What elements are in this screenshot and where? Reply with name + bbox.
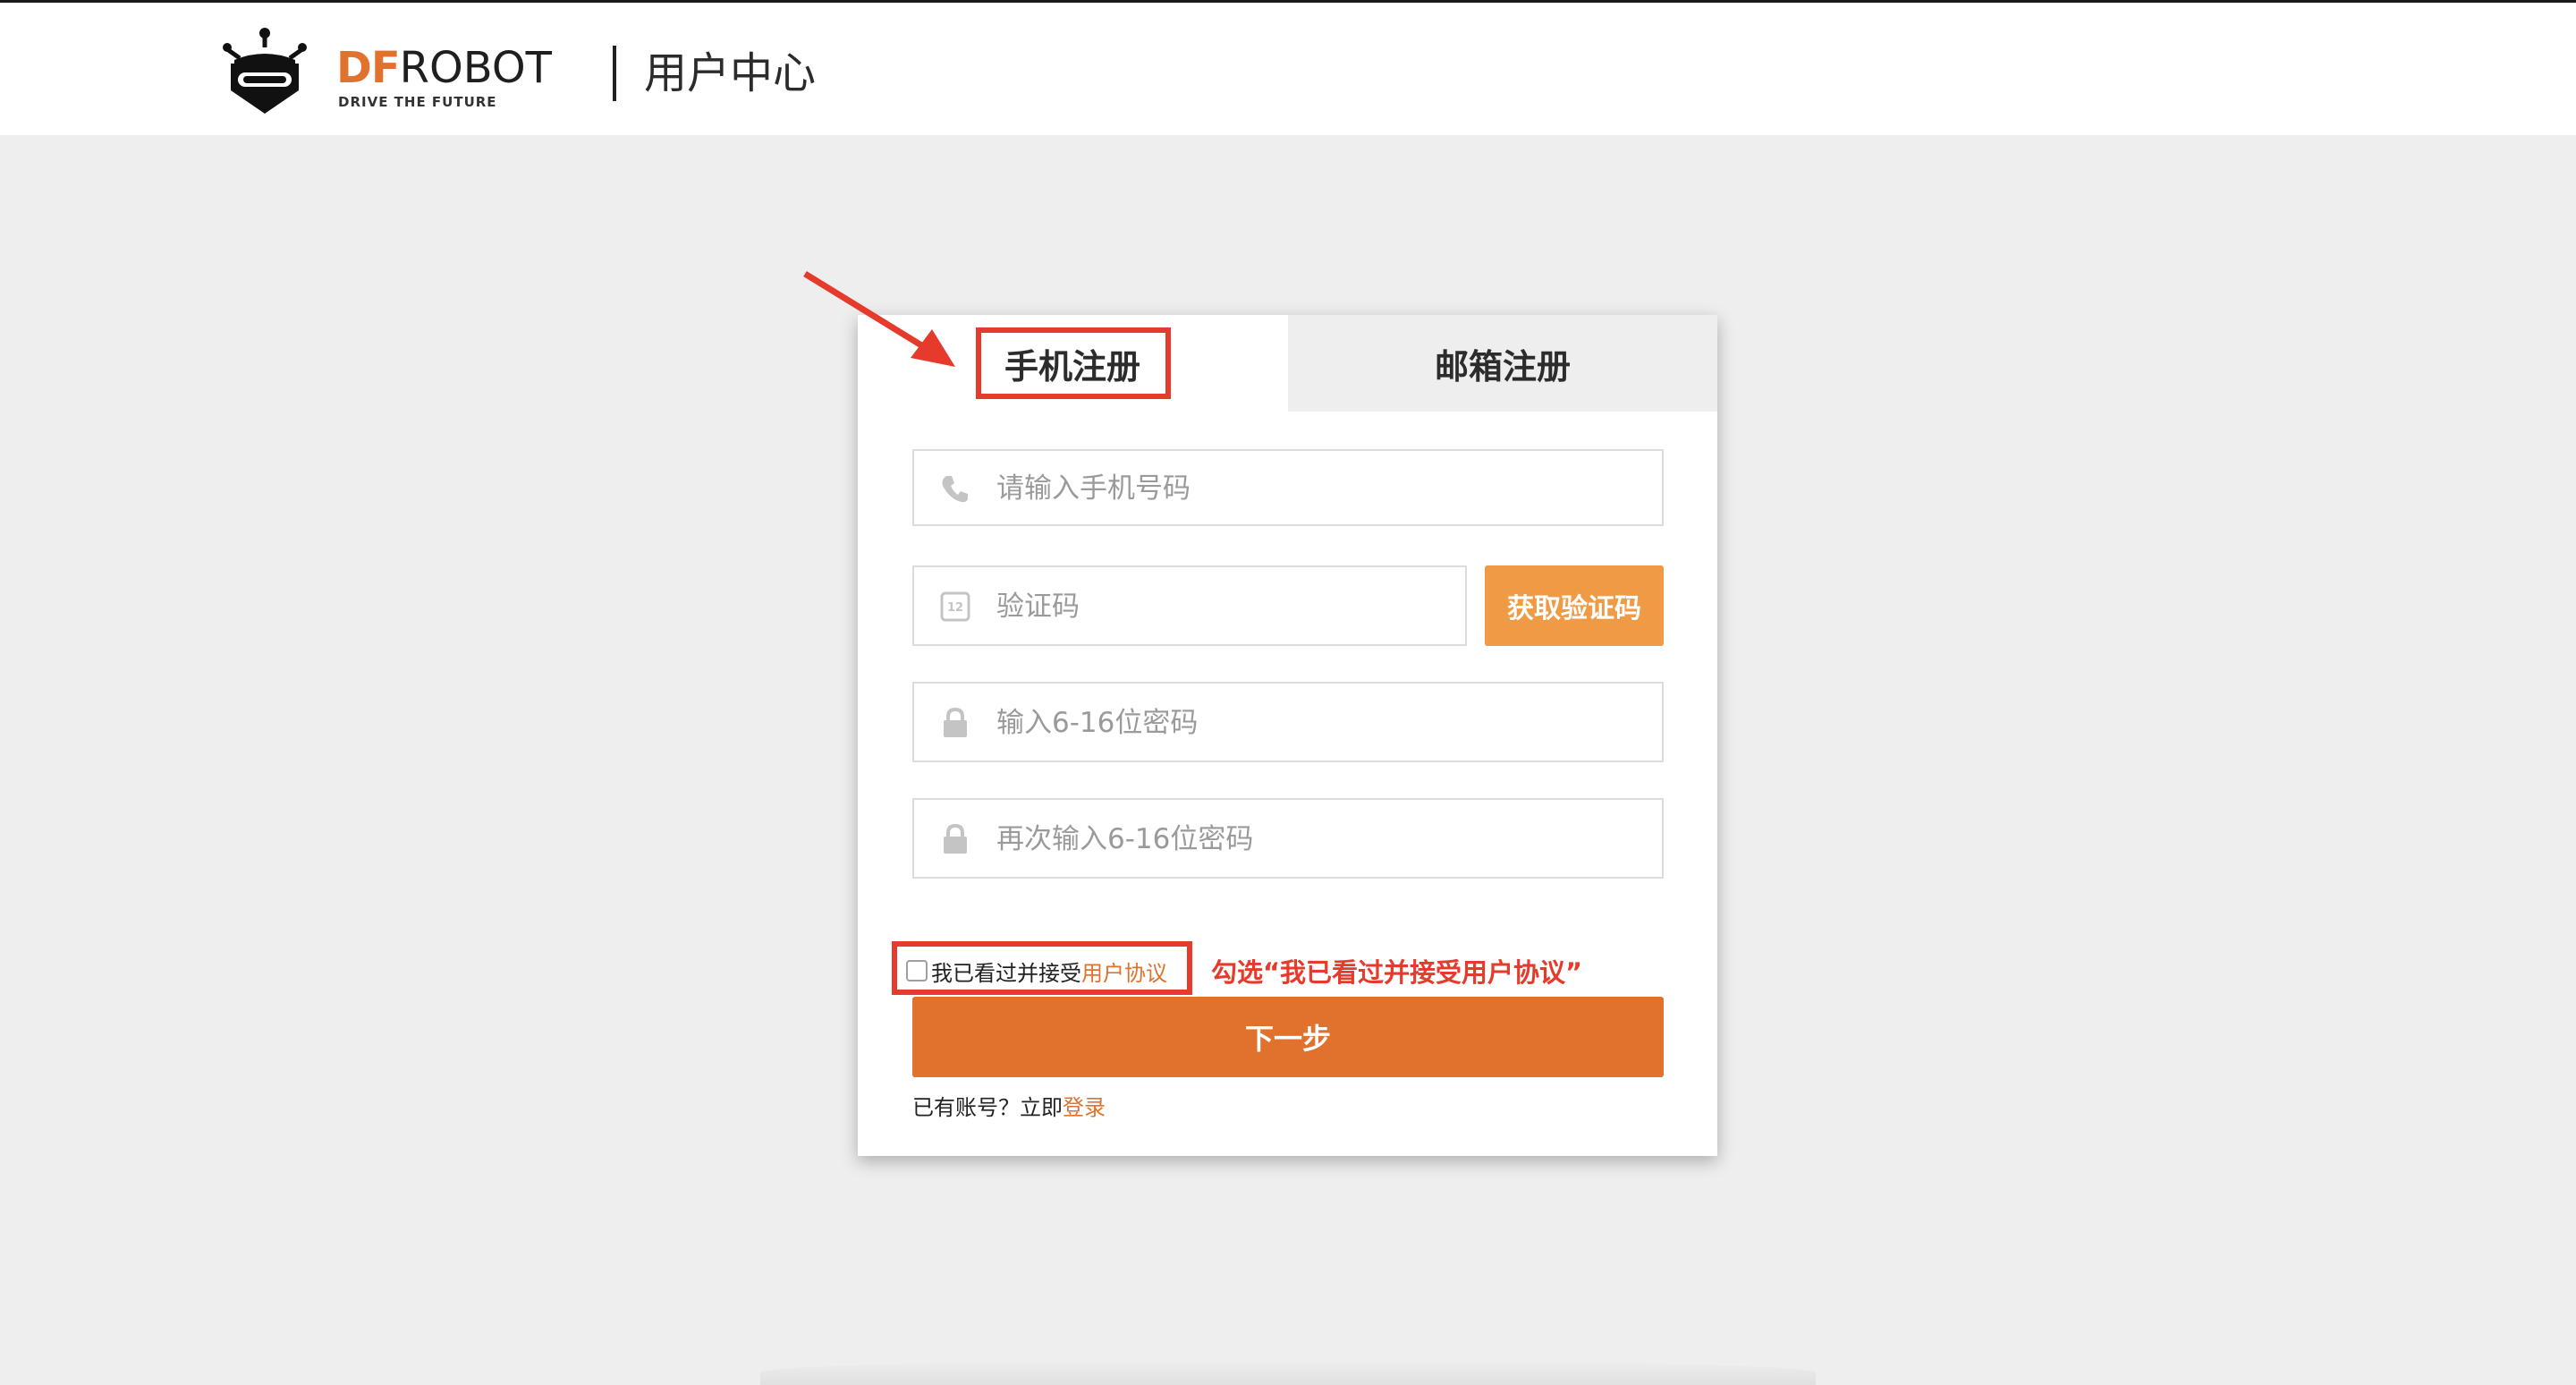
verification-code-icon: 12 <box>940 591 970 622</box>
get-code-button[interactable]: 获取验证码 <box>1485 565 1664 646</box>
password-field <box>912 682 1664 762</box>
site-header: DFROBOT DRIVE THE FUTURE 用户中心 <box>0 3 2576 135</box>
robot-logo-icon[interactable] <box>222 28 308 117</box>
agree-text: 我已看过并接受 <box>931 960 1081 986</box>
brand-suffix: ROBOT <box>399 43 552 93</box>
code-input[interactable] <box>995 567 1451 646</box>
code-field: 12 <box>912 565 1467 646</box>
password-input[interactable] <box>995 684 1648 762</box>
password-confirm-input[interactable] <box>995 800 1648 879</box>
tab-email-register[interactable]: 邮箱注册 <box>1288 315 1717 412</box>
phone-input[interactable] <box>995 451 1648 526</box>
annotation-arrow-icon <box>803 271 955 367</box>
user-agreement-link[interactable]: 用户协议 <box>1081 956 1167 987</box>
brand-wordmark[interactable]: DFROBOT <box>336 46 552 90</box>
annotation-note: 勾选“我已看过并接受用户协议” <box>1211 957 1583 988</box>
phone-field <box>912 449 1664 526</box>
phone-icon <box>942 476 968 503</box>
have-account-text: 已有账号？立即 <box>912 1095 1063 1120</box>
lock-icon <box>944 823 967 854</box>
svg-text:12: 12 <box>947 601 963 615</box>
next-step-button[interactable]: 下一步 <box>912 997 1664 1077</box>
agreement-row: 我已看过并接受 用户协议 <box>906 956 1167 986</box>
page-section-title: 用户中心 <box>644 48 817 98</box>
agree-checkbox[interactable] <box>906 960 928 981</box>
login-prompt: 已有账号？立即登录 <box>912 1090 1106 1121</box>
login-link[interactable]: 登录 <box>1063 1095 1106 1120</box>
lock-icon <box>944 707 967 737</box>
brand-tagline: DRIVE THE FUTURE <box>338 94 497 110</box>
bottom-shadow <box>760 1360 1816 1385</box>
brand-prefix: DF <box>336 43 401 93</box>
password-confirm-field <box>912 798 1664 879</box>
header-divider <box>613 46 616 101</box>
